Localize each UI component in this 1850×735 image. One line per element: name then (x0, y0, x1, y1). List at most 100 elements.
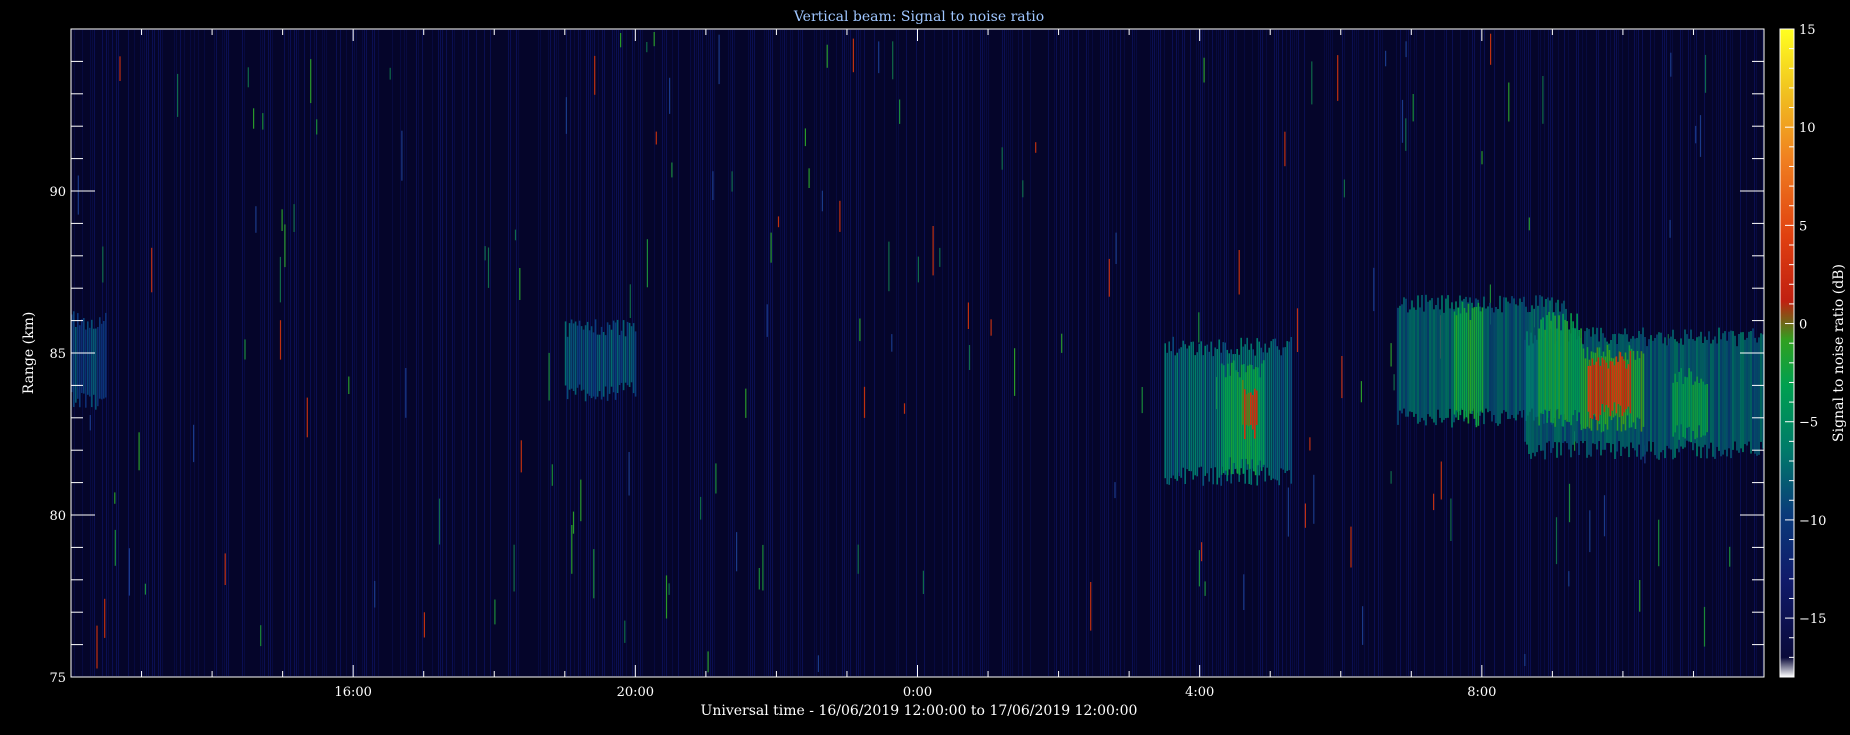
noise-streak (899, 99, 901, 124)
noise-column (1104, 30, 1105, 676)
noise-streak (671, 162, 673, 178)
noise-streak (1313, 474, 1315, 524)
echo-column (608, 324, 611, 394)
echo-column (1742, 332, 1744, 453)
echo-column (1202, 355, 1204, 486)
noise-column (836, 30, 837, 676)
noise-column (712, 30, 713, 676)
echo-column (1238, 377, 1241, 475)
echo-column (1433, 309, 1435, 423)
noise-column (510, 30, 511, 676)
echo-column (1652, 340, 1654, 442)
echo-column (1748, 331, 1750, 442)
noise-column (160, 30, 161, 676)
echo-column (1262, 360, 1265, 465)
noise-column (340, 30, 341, 676)
noise-column (538, 30, 539, 676)
noise-column (1088, 30, 1089, 676)
noise-column (144, 30, 145, 676)
noise-streak (119, 56, 121, 81)
noise-streak (990, 319, 992, 336)
noise-streak (310, 59, 312, 104)
noise-streak (1658, 519, 1660, 567)
noise-streak (1729, 546, 1731, 567)
echo-column (1268, 347, 1270, 476)
noise-column (288, 30, 289, 676)
noise-column (748, 30, 749, 676)
noise-streak (96, 625, 98, 669)
echo-column (1421, 295, 1423, 418)
echo-column (584, 325, 587, 402)
noise-streak (279, 320, 282, 360)
noise-column (540, 30, 541, 676)
echo-column (1260, 363, 1263, 471)
noise-column (1150, 30, 1151, 676)
noise-column (264, 30, 265, 676)
noise-streak (1393, 374, 1395, 391)
noise-streak (1639, 580, 1641, 612)
noise-streak (594, 55, 596, 95)
noise-streak (758, 568, 760, 590)
echo-column (1572, 321, 1574, 416)
noise-column (204, 30, 205, 676)
echo-column (1718, 327, 1720, 451)
echo-column (1696, 376, 1698, 438)
echo-column (1656, 334, 1658, 459)
echo-column (1413, 307, 1415, 417)
echo-column (1397, 307, 1399, 425)
echo-column (1250, 392, 1252, 425)
echo-column (592, 332, 595, 397)
noise-column (790, 30, 791, 676)
noise-column (1060, 30, 1061, 676)
echo-column (1546, 315, 1548, 423)
echo-column (1642, 353, 1645, 427)
echo-column (97, 327, 99, 407)
echo-column (1256, 390, 1258, 425)
echo-column (618, 335, 621, 385)
noise-column (1342, 30, 1343, 676)
colorbar-tick-label: −5 (1799, 416, 1818, 431)
echo-column (1760, 333, 1762, 442)
noise-column (962, 30, 963, 676)
noise-streak (646, 42, 648, 53)
noise-streak (1589, 510, 1591, 553)
noise-streak (1490, 33, 1492, 65)
echo-column (1409, 309, 1411, 412)
noise-column (732, 30, 733, 676)
x-axis-label: Universal time - 16/06/2019 12:00:00 to … (701, 703, 1138, 719)
noise-column (780, 30, 781, 676)
noise-streak (770, 232, 772, 263)
echo-column (1248, 392, 1250, 427)
echo-column (630, 326, 633, 383)
noise-column (1106, 30, 1107, 676)
noise-streak (316, 119, 318, 135)
echo-column (1216, 349, 1218, 485)
echo-column (1493, 312, 1495, 415)
noise-column (1102, 30, 1103, 676)
noise-column (352, 30, 353, 676)
noise-streak (700, 496, 702, 520)
echo-column (620, 330, 623, 383)
noise-column (1326, 30, 1327, 676)
noise-column (354, 30, 355, 676)
noise-streak (852, 38, 854, 73)
noise-column (730, 30, 731, 676)
echo-column (1619, 352, 1622, 406)
echo-column (73, 311, 75, 407)
noise-column (1092, 30, 1093, 676)
noise-column (468, 30, 469, 676)
noise-column (850, 30, 851, 676)
noise-streak (718, 34, 720, 85)
noise-column (550, 30, 551, 676)
noise-streak (1373, 267, 1375, 312)
noise-column (984, 30, 985, 676)
noise-streak (1704, 54, 1707, 93)
echo-column (1244, 389, 1246, 440)
noise-streak (968, 345, 971, 370)
echo-column (1629, 350, 1632, 414)
noise-column (314, 30, 315, 676)
noise-streak (628, 452, 630, 496)
echo-column (1176, 352, 1178, 481)
echo-column (1678, 371, 1680, 440)
colorbar-label: Signal to noise ratio (dB) (1831, 264, 1847, 442)
